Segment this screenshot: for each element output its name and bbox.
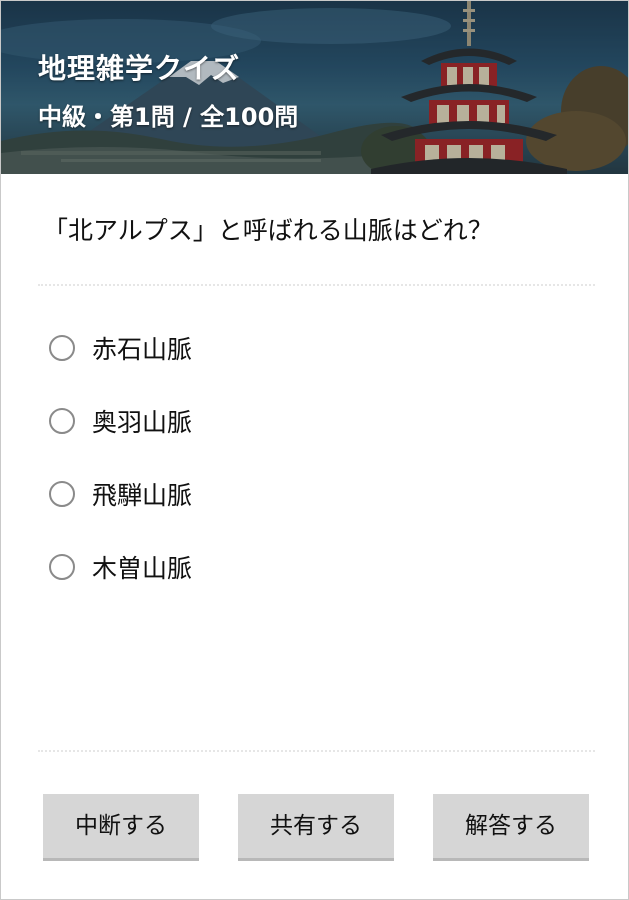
divider-bottom: [38, 750, 595, 752]
mount-fuji-pagoda-scene-icon: [1, 1, 628, 174]
answer-option-3[interactable]: 飛騨山脈: [49, 473, 192, 515]
answer-option-label: 赤石山脈: [92, 335, 193, 364]
radio-button-3[interactable]: [49, 481, 75, 507]
answer-option-1[interactable]: 赤石山脈: [49, 327, 192, 369]
answer-option-label: 木曽山脈: [92, 554, 193, 583]
answer-option-2[interactable]: 奥羽山脈: [49, 400, 192, 442]
header-banner: 地理雑学クイズ 中級・第1問 / 全100問: [1, 1, 628, 174]
answer-options: 赤石山脈 奥羽山脈 飛騨山脈 木曽山脈: [49, 327, 192, 619]
radio-button-1[interactable]: [49, 335, 75, 361]
radio-button-4[interactable]: [49, 554, 75, 580]
divider-top: [38, 284, 595, 286]
question-progress: 中級・第1問 / 全100問: [38, 103, 299, 131]
answer-button[interactable]: 解答する: [433, 794, 589, 861]
answer-option-4[interactable]: 木曽山脈: [49, 546, 192, 588]
page-title: 地理雑学クイズ: [38, 52, 241, 85]
quiz-screen: 地理雑学クイズ 中級・第1問 / 全100問 「北アルプス」と呼ばれる山脈はどれ…: [0, 0, 629, 900]
suspend-button[interactable]: 中断する: [43, 794, 199, 861]
share-button[interactable]: 共有する: [238, 794, 394, 861]
answer-option-label: 飛騨山脈: [92, 481, 193, 510]
radio-button-2[interactable]: [49, 408, 75, 434]
question-text: 「北アルプス」と呼ばれる山脈はどれ？: [43, 216, 493, 245]
answer-option-label: 奥羽山脈: [92, 408, 193, 437]
